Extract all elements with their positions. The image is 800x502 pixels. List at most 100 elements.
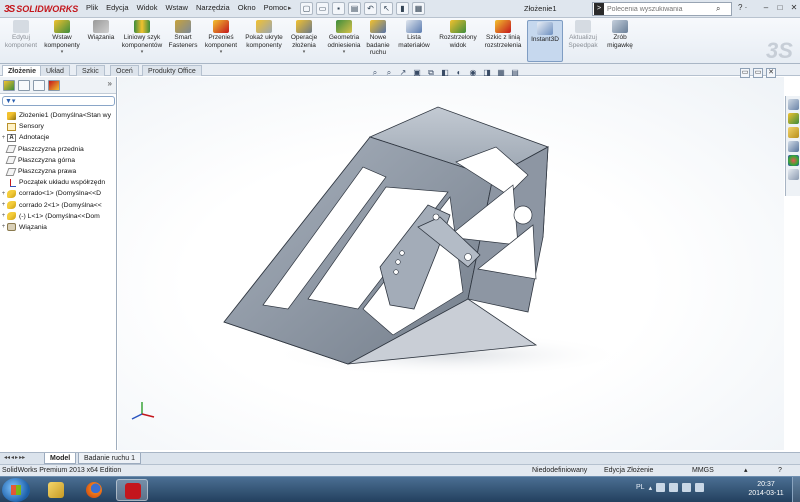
status-help-icon[interactable]: ? [778, 465, 782, 476]
tree-node[interactable]: + corrado 2<1> (Domyślna<< [0, 200, 117, 211]
rebuild-icon[interactable]: ▮ [396, 2, 409, 15]
new-motion-study-button[interactable]: Nowe badanie ruchu [364, 20, 392, 57]
feature-manager-tab-icon[interactable] [3, 80, 15, 91]
zoom-to-fit-icon[interactable]: ⌕ [370, 68, 380, 78]
magnifier-icon[interactable]: ⌕ [716, 4, 720, 14]
tree-node[interactable]: Początek układu współrzędn [0, 177, 117, 188]
design-library-icon[interactable] [788, 113, 799, 124]
tab-sketch[interactable]: Szkic [76, 65, 105, 76]
tab-motion-study-1[interactable]: Badanie ruchu 1 [78, 453, 141, 464]
tree-node[interactable]: Sensory [0, 121, 117, 132]
view-settings-icon[interactable]: ▦ [496, 68, 506, 78]
taskbar-explorer[interactable] [40, 479, 72, 501]
tree-node[interactable]: + (-) L<1> (Domyślna<<Dom [0, 211, 117, 222]
new-document-icon[interactable]: ▢ [300, 2, 313, 15]
graphics-area[interactable] [118, 77, 784, 450]
volume-icon[interactable] [669, 483, 679, 492]
tree-node[interactable]: Płaszczyzna prawa [0, 166, 117, 177]
property-manager-tab-icon[interactable] [18, 80, 30, 91]
taskbar-solidworks[interactable] [116, 479, 148, 501]
mate-button[interactable]: Wiązania [84, 20, 118, 42]
tab-assembly[interactable]: Złożenie [2, 65, 43, 76]
tree-filter[interactable]: ▼▾ [2, 96, 115, 106]
language-indicator[interactable]: PL [636, 484, 645, 491]
last-tab-icon[interactable]: ▸▸ [19, 454, 25, 461]
tree-node[interactable]: Złożenie1 (Domyślna<Stan wy [0, 110, 117, 121]
taskbar-firefox[interactable] [78, 479, 110, 501]
show-hidden-components-button[interactable]: Pokaż ukryte komponenty [244, 20, 284, 49]
maximize-icon[interactable]: □ [774, 2, 786, 14]
previous-view-icon[interactable]: ↗ [398, 68, 408, 78]
tree-node[interactable]: + A Adnotacje [0, 132, 117, 143]
tree-node[interactable]: Płaszczyzna górna [0, 155, 117, 166]
viewport-close-icon[interactable]: ✕ [766, 68, 776, 78]
select-icon[interactable]: ↖ [380, 2, 393, 15]
close-icon[interactable]: ✕ [788, 2, 800, 14]
tab-evaluate[interactable]: Oceń [110, 65, 139, 76]
smart-fasteners-button[interactable]: Smart Fasteners [166, 20, 200, 49]
edit-component-button[interactable]: Edytuj komponent [2, 20, 40, 49]
exploded-view-button[interactable]: Rozstrzelony widok [436, 20, 480, 49]
hide-show-items-icon[interactable]: ◐ [454, 68, 464, 78]
zoom-to-area-icon[interactable]: ⌕ [384, 68, 394, 78]
apply-scene-icon[interactable]: ◨ [482, 68, 492, 78]
undo-icon[interactable]: ↶ [364, 2, 377, 15]
show-desktop-button[interactable] [792, 477, 800, 502]
file-explorer-icon[interactable] [788, 127, 799, 138]
expand-toggle-icon[interactable]: + [0, 202, 7, 208]
start-button[interactable] [2, 478, 30, 502]
network-icon[interactable] [656, 483, 666, 492]
menu-file[interactable]: Plik [86, 3, 98, 12]
flag-icon[interactable] [682, 483, 692, 492]
reference-geometry-button[interactable]: Geometria odniesienia ▾ [324, 20, 364, 57]
options-icon[interactable]: ▦ [412, 2, 425, 15]
chevron-down-icon[interactable]: ▾ [303, 49, 306, 57]
help-icon[interactable]: ? · [738, 3, 747, 12]
tab-layout[interactable]: Układ [40, 65, 70, 76]
expand-toggle-icon[interactable]: + [0, 224, 7, 230]
save-icon[interactable]: ▪ [332, 2, 345, 15]
menu-window[interactable]: Okno [238, 3, 256, 12]
expand-toggle-icon[interactable]: + [0, 135, 7, 141]
display-style-icon[interactable]: ◧ [440, 68, 450, 78]
tree-node[interactable]: Płaszczyzna przednia [0, 144, 117, 155]
print-icon[interactable]: ▤ [348, 2, 361, 15]
expand-toggle-icon[interactable]: + [0, 191, 7, 197]
expand-toggle-icon[interactable]: + [0, 213, 7, 219]
menu-tools[interactable]: Narzędzia [196, 3, 230, 12]
assembly-model[interactable] [118, 77, 784, 450]
tray-expand-icon[interactable]: ▴ [649, 484, 653, 492]
insert-components-button[interactable]: Wstaw komponenty ▾ [42, 20, 82, 57]
tab-model[interactable]: Model [44, 453, 77, 464]
configuration-manager-tab-icon[interactable] [33, 80, 45, 91]
menu-pin-arrow-icon[interactable]: ▸ [288, 4, 292, 12]
first-tab-icon[interactable]: ◂◂ [4, 454, 10, 461]
assembly-features-button[interactable]: Operacje złożenia ▾ [286, 20, 322, 57]
more-tabs-icon[interactable]: » [108, 79, 112, 88]
command-search[interactable]: > ⌕ [592, 2, 732, 16]
edit-appearance-icon[interactable]: ◉ [468, 68, 478, 78]
appearances-icon[interactable] [788, 155, 799, 166]
tree-node[interactable]: + corrado<1> (Domyślna<<D [0, 188, 117, 199]
units-arrow-icon[interactable]: ▴ [744, 465, 748, 476]
units-selector[interactable]: MMGS [692, 465, 714, 476]
menu-insert[interactable]: Wstaw [165, 3, 188, 12]
next-tab-icon[interactable]: ▸ [15, 454, 18, 461]
instant3d-button[interactable]: Instant3D [527, 20, 563, 62]
bill-of-materials-button[interactable]: Lista materiałów [396, 20, 432, 49]
custom-properties-icon[interactable] [788, 169, 799, 180]
search-input[interactable] [604, 5, 716, 13]
move-component-button[interactable]: Przenieś komponent ▾ [202, 20, 240, 57]
update-speedpak-button[interactable]: Aktualizuj Speedpak [566, 20, 600, 49]
menu-edit[interactable]: Edycja [106, 3, 129, 12]
menu-view[interactable]: Widok [137, 3, 158, 12]
monitor-icon[interactable]: ▤ [510, 68, 520, 78]
menu-help[interactable]: Pomoc [264, 3, 287, 12]
tab-office-products[interactable]: Produkty Office [142, 65, 202, 76]
linear-pattern-button[interactable]: Liniowy szyk komponentów ▾ [120, 20, 164, 57]
minimize-icon[interactable]: – [760, 2, 772, 14]
power-icon[interactable] [695, 483, 705, 492]
prev-tab-icon[interactable]: ◂ [11, 454, 14, 461]
view-orientation-icon[interactable]: ⧉ [426, 68, 436, 78]
open-document-icon[interactable]: ▭ [316, 2, 329, 15]
